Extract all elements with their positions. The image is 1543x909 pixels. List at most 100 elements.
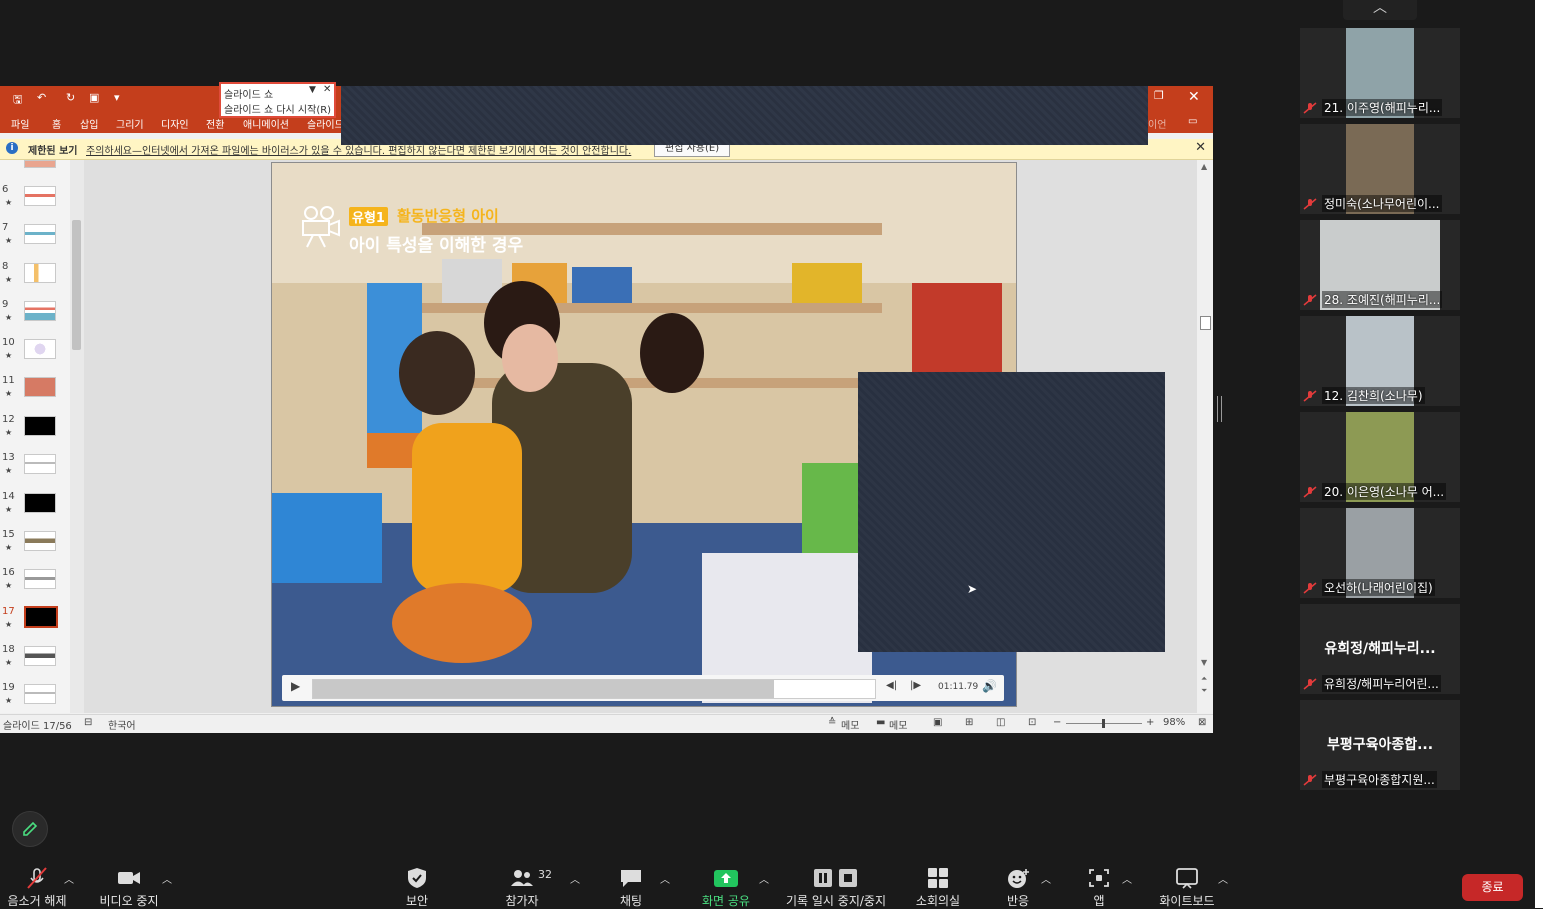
ribbon-tab-transitions[interactable]: 전환 — [206, 116, 224, 131]
zoom-level[interactable]: 98% — [1163, 717, 1185, 728]
dropdown-icon[interactable]: ▼ — [309, 85, 316, 95]
restore-window-icon[interactable]: ❐ — [1154, 89, 1164, 102]
redo-icon[interactable]: ↻ — [66, 91, 75, 104]
volume-icon[interactable]: 🔊 — [982, 679, 997, 693]
save-icon[interactable]: 🖫 — [13, 91, 22, 110]
customize-qat-icon[interactable]: ▾ — [114, 91, 120, 104]
chat-button[interactable]: ︿ 채팅 — [606, 855, 670, 908]
window-edge — [1535, 0, 1543, 908]
slide-sorter-icon[interactable]: ⊞ — [965, 717, 973, 728]
star-icon: ★ — [5, 275, 13, 284]
chevron-up-icon[interactable]: ︿ — [660, 871, 670, 886]
participants-count: 32 — [538, 868, 552, 881]
star-icon: ★ — [5, 696, 13, 705]
chevron-up-icon[interactable]: ︿ — [759, 871, 769, 886]
accessibility-icon[interactable]: ⊟ — [84, 717, 92, 728]
chevron-up-icon: ︿ — [1373, 0, 1387, 16]
participant-tile[interactable]: 부평구육아종합... 부평구육아종합지원... — [1300, 700, 1460, 790]
zoom-in-icon[interactable]: + — [1146, 717, 1154, 728]
thumbnail-image — [24, 224, 56, 244]
comments-button[interactable]: 메모 — [889, 717, 907, 732]
ribbon-tab-home[interactable]: 홈 — [52, 116, 61, 131]
ribbon-tab-draw[interactable]: 그리기 — [116, 116, 144, 131]
apps-button[interactable]: ︿ 앱 — [1074, 855, 1132, 908]
video-camera-icon — [297, 203, 343, 249]
notes-icon[interactable]: ≙ — [828, 717, 836, 728]
scroll-up-icon[interactable]: ▲ — [1201, 162, 1207, 171]
stop-video-button[interactable]: ︿ 비디오 중지 — [92, 855, 172, 908]
restart-slideshow-item[interactable]: 슬라이드 쇼 다시 시작(R) — [224, 101, 331, 116]
slide-thumbnails-pane: 6 ★ 7 ★ 8 ★ 9 ★ 10 ★ 11 ★ 12 ★ 13 ★ 14 ★… — [0, 160, 70, 713]
slideshow-popup-title: 슬라이드 쇼 — [224, 90, 274, 101]
participant-tile[interactable]: 21. 이주영(해피누리... — [1300, 28, 1460, 118]
whiteboard-button[interactable]: ︿ 화이트보드 — [1154, 855, 1228, 908]
chevron-up-icon[interactable]: ︿ — [1218, 871, 1228, 886]
zoom-slider[interactable] — [1066, 719, 1142, 728]
thumbnail-image — [24, 377, 56, 397]
ribbon-tab-design[interactable]: 디자인 — [161, 116, 189, 131]
shield-icon — [408, 868, 426, 888]
chevron-up-icon[interactable]: ︿ — [570, 871, 580, 886]
gallery-scroll-up-button[interactable]: ︿ — [1343, 0, 1417, 20]
reactions-button[interactable]: ︿ 반응 — [993, 855, 1051, 908]
slide-scroll-thumb[interactable] — [1200, 316, 1211, 330]
previous-slide-icon[interactable]: ⏶ — [1201, 674, 1207, 684]
zoom-slider-thumb[interactable] — [1102, 719, 1105, 728]
slideshow-popup[interactable]: 슬라이드 쇼 ▼ ✕ 슬라이드 쇼 다시 시작(R) — [219, 82, 336, 118]
zoom-out-icon[interactable]: − — [1053, 717, 1061, 728]
slideshow-quick-icon[interactable]: ▣ — [89, 91, 99, 104]
video-progress-track[interactable] — [312, 679, 876, 699]
scroll-down-icon[interactable]: ▼ — [1201, 658, 1207, 667]
participant-tile[interactable]: 20. 이은영(소나무 어... — [1300, 412, 1460, 502]
annotate-button[interactable] — [12, 811, 48, 847]
comment-icon[interactable]: ▬ — [876, 717, 885, 728]
comments-icon[interactable]: ▭ — [1188, 116, 1197, 127]
participants-button[interactable]: 32 ︿ 참가자 — [497, 855, 580, 908]
reading-view-icon[interactable]: ◫ — [996, 717, 1005, 728]
participant-tile[interactable]: 유희정/해피누리... 유희정/해피누리어린... — [1300, 604, 1460, 694]
video-time: 01:11.79 — [938, 682, 979, 692]
chevron-up-icon[interactable]: ︿ — [1122, 871, 1132, 886]
participant-tile[interactable]: 28. 조예진(해피누리... — [1300, 220, 1460, 310]
thumbnail-number: 6 — [2, 184, 9, 195]
undo-icon[interactable]: ↶ — [37, 91, 46, 104]
thumbnail-image — [24, 493, 56, 513]
rewind-icon[interactable]: ◀| — [886, 680, 897, 691]
participant-name: 유희정/해피누리어린... — [1322, 675, 1441, 692]
ribbon-tab-animations[interactable]: 애니메이션 — [243, 116, 289, 131]
close-icon[interactable]: ✕ — [1195, 140, 1206, 155]
language-indicator[interactable]: 한국어 — [108, 717, 136, 732]
chevron-up-icon[interactable]: ︿ — [162, 871, 172, 886]
panel-splitter-handle[interactable] — [1217, 396, 1222, 422]
next-slide-icon[interactable]: ⏷ — [1201, 686, 1207, 696]
ribbon-tab-slideshow[interactable]: 슬라이드 — [307, 116, 344, 131]
participant-tile[interactable]: 정미숙(소나무어린이... — [1300, 124, 1460, 214]
chevron-up-icon[interactable]: ︿ — [64, 871, 74, 886]
slide-scrollbar[interactable]: ▲ ▼ ⏶ ⏷ — [1197, 160, 1213, 713]
close-window-icon[interactable]: ✕ — [1188, 89, 1200, 105]
participant-tile[interactable]: 12. 김찬희(소나무) — [1300, 316, 1460, 406]
muted-mic-icon — [27, 867, 47, 889]
chevron-up-icon[interactable]: ︿ — [1041, 871, 1051, 886]
thumbnail-scroll-thumb[interactable] — [72, 220, 81, 350]
breakout-rooms-button[interactable]: 소회의실 — [910, 855, 966, 908]
forward-icon[interactable]: |▶ — [910, 680, 921, 691]
notes-button[interactable]: 메모 — [841, 717, 859, 732]
play-icon[interactable]: ▶ — [291, 679, 300, 693]
normal-view-icon[interactable]: ▣ — [933, 717, 942, 728]
video-camera-icon — [118, 872, 140, 884]
security-button[interactable]: 보안 — [392, 855, 442, 908]
unmute-button[interactable]: ︿ 음소거 해제 — [0, 855, 74, 908]
share-screen-button[interactable]: ︿ 화면 공유 — [696, 855, 769, 908]
end-meeting-button[interactable]: 종료 — [1462, 874, 1523, 901]
close-icon[interactable]: ✕ — [323, 84, 331, 95]
ribbon-tab-insert[interactable]: 삽입 — [80, 116, 98, 131]
thumbnail-scrollbar[interactable] — [70, 160, 84, 713]
slide-thumbnail-partial[interactable] — [24, 160, 56, 168]
thumbnail-number: 10 — [2, 337, 15, 348]
fit-to-window-icon[interactable]: ⊠ — [1198, 717, 1206, 728]
pause-stop-recording-button[interactable]: 기록 일시 중지/중지 — [782, 855, 890, 908]
slideshow-view-icon[interactable]: ⊡ — [1028, 717, 1036, 728]
ribbon-tab-file[interactable]: 파일 — [11, 116, 29, 131]
participant-tile[interactable]: 오선하(나래어린이집) — [1300, 508, 1460, 598]
